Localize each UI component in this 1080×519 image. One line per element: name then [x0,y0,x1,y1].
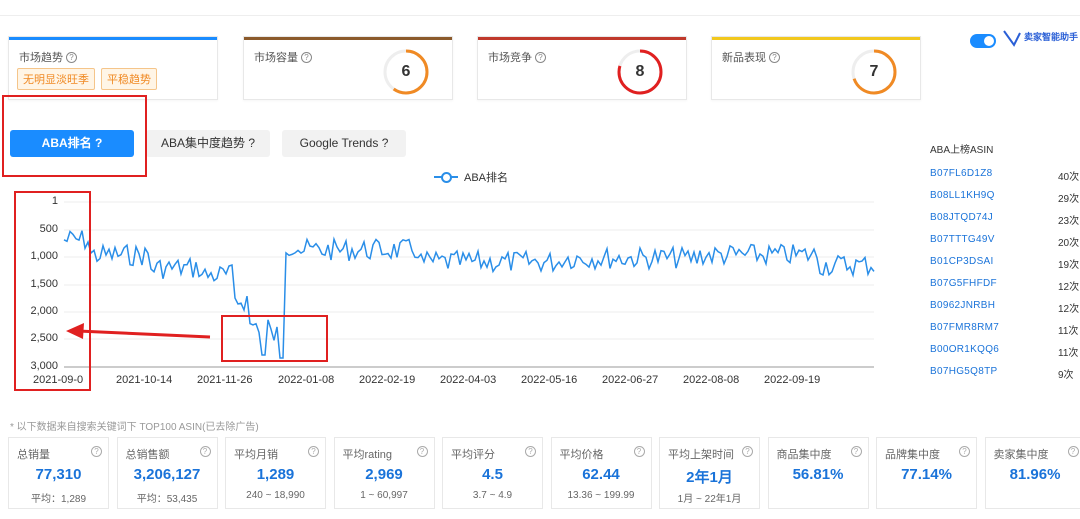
asin-link[interactable]: B07FL6D1Z8 [930,168,992,179]
help-icon[interactable]: ? [959,446,970,457]
stat-card: 卖家集中度? 81.96% [984,437,1080,509]
x-tick-label: 2022-04-03 [440,374,497,386]
asin-count: 9次 [1058,370,1074,381]
stat-range: 240 ~ 18,990 [246,490,305,501]
help-icon[interactable]: ? [308,446,319,457]
asin-count: 40次 [1058,172,1080,183]
x-tick-label: 2021-11-26 [197,374,253,386]
stat-value: 81.96% [1009,466,1061,483]
stat-title: 平均上架时间 [668,449,734,461]
stat-card: 平均上架时间? 2年1月 1月 ~ 22年1月 [659,437,760,509]
stat-value: 56.81% [792,466,844,483]
x-tick-label: 2022-05-16 [521,374,578,386]
stat-title: 平均价格 [559,449,604,461]
stat-range: 3.7 ~ 4.9 [472,490,513,501]
annotation-box [14,191,91,391]
stat-range: 1 ~ 60,997 [360,490,408,501]
x-tick-label: 2022-08-08 [683,374,740,386]
stat-card: 总销量? 77,310 平均：1,289 [8,437,109,509]
x-tick-label: 2022-06-27 [602,374,659,386]
stat-card: 平均rating? 2,969 1 ~ 60,997 [333,437,435,509]
data-source-note: * 以下数据来自搜索关键词下 TOP100 ASIN(已去除广告) [10,422,259,433]
stat-card: 平均月销? 1,289 240 ~ 18,990 [225,437,326,509]
stat-value: 3,206,127 [133,466,201,483]
stat-range: 平均：53,435 [136,494,198,505]
stat-value: 2,969 [365,466,403,483]
stat-value: 1,289 [256,466,295,483]
asin-count: 20次 [1058,238,1080,249]
annotation-box [2,95,147,177]
asin-link[interactable]: B07G5FHFDF [930,278,997,289]
asin-link[interactable]: B07HG5Q8TP [930,366,997,377]
asin-count: 19次 [1058,260,1080,271]
help-icon[interactable]: ? [416,446,428,457]
stat-value: 2年1月 [686,469,733,486]
asin-count: 29次 [1058,194,1080,205]
asin-link[interactable]: B07FMR8RM7 [930,322,999,333]
x-tick-label: 2022-01-08 [278,374,335,386]
help-icon[interactable]: ? [1067,446,1079,457]
help-icon[interactable]: ? [633,446,645,457]
stat-range: 13.36 ~ 199.99 [567,490,635,501]
asin-count: 12次 [1058,304,1080,315]
asin-panel-title: ABA上榜ASIN [930,145,994,156]
asin-link[interactable]: B07TTTG49V [930,234,995,245]
asin-link[interactable]: B0962JNRBH [930,300,995,311]
stat-value: 77,310 [35,466,82,483]
x-tick-label: 2021-10-14 [116,374,173,386]
stat-title: 总销量 [17,449,50,461]
asin-link[interactable]: B08LL1KH9Q [930,190,995,201]
stat-value: 4.5 [482,466,503,483]
stat-range: 1月 ~ 22年1月 [677,494,742,505]
stat-range: 平均：1,289 [30,494,87,505]
help-icon[interactable]: ? [525,446,536,457]
stat-card: 商品集中度? 56.81% [767,437,869,509]
stat-value: 62.44 [582,466,620,483]
help-icon[interactable]: ? [91,446,102,457]
x-tick-label: 2022-02-19 [359,374,416,386]
stat-card: 品牌集中度? 77.14% [876,437,977,509]
stat-card: 总销售额? 3,206,127 平均：53,435 [116,437,218,509]
aba-rank-chart [63,201,875,368]
stat-title: 总销售额 [125,449,170,461]
stat-card: 平均评分? 4.5 3.7 ~ 4.9 [442,437,543,509]
asin-count: 23次 [1058,216,1080,227]
help-icon[interactable]: ? [742,446,753,457]
stat-card: 平均价格? 62.44 13.36 ~ 199.99 [550,437,652,509]
annotation-box [221,315,328,362]
asin-link[interactable]: B01CP3DSAI [930,256,994,267]
asin-count: 11次 [1058,326,1079,337]
asin-link[interactable]: B08JTQD74J [930,212,993,223]
help-icon[interactable]: ? [199,446,211,457]
help-icon[interactable]: ? [850,446,862,457]
asin-count: 12次 [1058,282,1080,293]
asin-count: 11次 [1058,348,1079,359]
stat-title: 平均月销 [234,449,278,461]
stat-value: 77.14% [901,466,952,483]
stat-title: 品牌集中度 [885,449,940,461]
stat-title: 商品集中度 [776,449,832,461]
stat-title: 平均rating [342,449,393,461]
x-tick-label: 2022-09-19 [764,374,821,386]
stat-title: 卖家集中度 [993,449,1049,461]
asin-link[interactable]: B00OR1KQQ6 [930,344,999,355]
stat-title: 平均评分 [451,449,495,461]
